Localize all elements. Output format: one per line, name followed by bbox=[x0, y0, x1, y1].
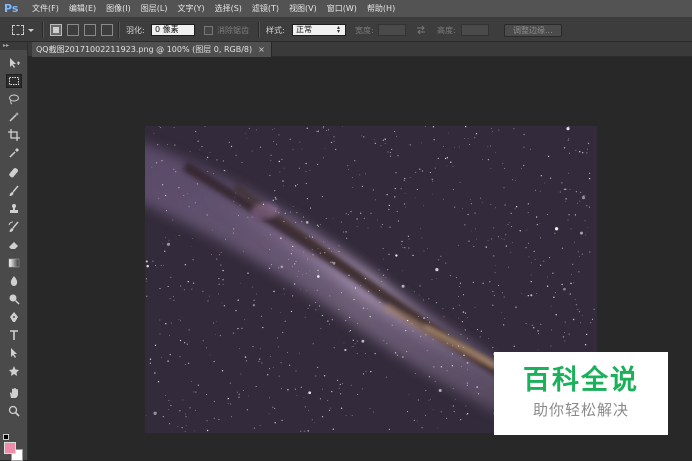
gradient-icon[interactable] bbox=[6, 256, 22, 270]
toolbox-collapse-icon[interactable]: ▸▸ bbox=[0, 42, 27, 50]
document-tab-title: QQ截图20171002211923.png @ 100% (图层 0, RGB… bbox=[36, 45, 253, 54]
height-label: 高度: bbox=[437, 25, 456, 35]
style-select[interactable]: 正常 bbox=[292, 24, 346, 36]
menu-select[interactable]: 选择(S) bbox=[215, 0, 242, 18]
marquee-icon bbox=[12, 25, 24, 35]
zoom-icon[interactable] bbox=[6, 404, 22, 418]
chevron-down-icon bbox=[28, 28, 34, 32]
menu-file[interactable]: 文件(F) bbox=[32, 0, 59, 18]
dodge-icon[interactable] bbox=[6, 292, 22, 306]
menu-view[interactable]: 视图(V) bbox=[289, 0, 317, 18]
hand-icon[interactable] bbox=[6, 386, 22, 400]
eyedropper-icon[interactable] bbox=[6, 146, 22, 160]
new-selection-button[interactable] bbox=[50, 24, 62, 36]
menu-image[interactable]: 图像(I) bbox=[106, 0, 131, 18]
tool-preset-picker[interactable] bbox=[12, 18, 38, 42]
watermark-subtitle: 助你轻松解决 bbox=[532, 401, 629, 419]
magic-wand-icon[interactable] bbox=[6, 110, 22, 124]
divider bbox=[42, 22, 44, 38]
menu-edit[interactable]: 编辑(E) bbox=[69, 0, 96, 18]
clone-stamp-icon[interactable] bbox=[6, 202, 22, 216]
pen-icon[interactable] bbox=[6, 310, 22, 324]
document-tab-bar: QQ截图20171002211923.png @ 100% (图层 0, RGB… bbox=[28, 42, 692, 57]
healing-brush-icon[interactable] bbox=[6, 166, 22, 180]
menu-bar: Ps 文件(F) 编辑(E) 图像(I) 图层(L) 文字(Y) 选择(S) 滤… bbox=[0, 0, 692, 18]
subtract-from-selection-button[interactable] bbox=[84, 24, 96, 36]
width-input[interactable] bbox=[378, 24, 406, 36]
history-brush-icon[interactable] bbox=[6, 220, 22, 234]
blur-icon[interactable] bbox=[6, 274, 22, 288]
options-bar: 羽化: 0 像素 消除锯齿 样式: 正常 宽度: 高度: 调整边缘... bbox=[0, 18, 692, 42]
divider bbox=[258, 22, 260, 38]
style-label: 样式: bbox=[266, 25, 285, 35]
swap-arrows-icon[interactable] bbox=[416, 25, 426, 35]
photoshop-logo: Ps bbox=[4, 1, 19, 15]
refine-edge-button[interactable]: 调整边缘... bbox=[504, 23, 562, 37]
antialias-label: 消除锯齿 bbox=[217, 25, 249, 35]
feather-input[interactable]: 0 像素 bbox=[151, 24, 195, 36]
intersect-selection-button[interactable] bbox=[101, 24, 113, 36]
selection-mode-group bbox=[50, 18, 118, 42]
type-icon[interactable] bbox=[6, 328, 22, 342]
main-menu: 文件(F) 编辑(E) 图像(I) 图层(L) 文字(Y) 选择(S) 滤镜(T… bbox=[32, 0, 405, 18]
add-to-selection-button[interactable] bbox=[67, 24, 79, 36]
move-tool-icon[interactable] bbox=[6, 56, 22, 70]
close-icon[interactable]: × bbox=[258, 45, 265, 54]
menu-window[interactable]: 窗口(W) bbox=[327, 0, 357, 18]
width-label: 宽度: bbox=[355, 25, 374, 35]
lasso-icon[interactable] bbox=[6, 92, 22, 106]
menu-help[interactable]: 帮助(H) bbox=[367, 0, 395, 18]
toolbox: ▸▸ bbox=[0, 42, 28, 461]
height-input[interactable] bbox=[461, 24, 489, 36]
watermark-title: 百科全说 bbox=[523, 365, 639, 396]
crop-icon[interactable] bbox=[6, 128, 22, 142]
path-selection-icon[interactable] bbox=[6, 346, 22, 360]
menu-filter[interactable]: 滤镜(T) bbox=[252, 0, 279, 18]
menu-type[interactable]: 文字(Y) bbox=[177, 0, 204, 18]
default-colors-icon[interactable] bbox=[3, 434, 10, 440]
feather-label: 羽化: bbox=[126, 25, 145, 35]
divider bbox=[118, 22, 120, 38]
foreground-color-swatch[interactable] bbox=[4, 442, 16, 454]
document-tab[interactable]: QQ截图20171002211923.png @ 100% (图层 0, RGB… bbox=[32, 42, 272, 57]
watermark-logo: 百科全说 助你轻松解决 bbox=[494, 352, 668, 435]
brush-icon[interactable] bbox=[6, 184, 22, 198]
custom-shape-icon[interactable] bbox=[6, 364, 22, 378]
antialias-checkbox[interactable] bbox=[204, 25, 213, 35]
rectangular-marquee-icon[interactable] bbox=[6, 74, 22, 88]
eraser-icon[interactable] bbox=[6, 238, 22, 252]
menu-layer[interactable]: 图层(L) bbox=[141, 0, 168, 18]
